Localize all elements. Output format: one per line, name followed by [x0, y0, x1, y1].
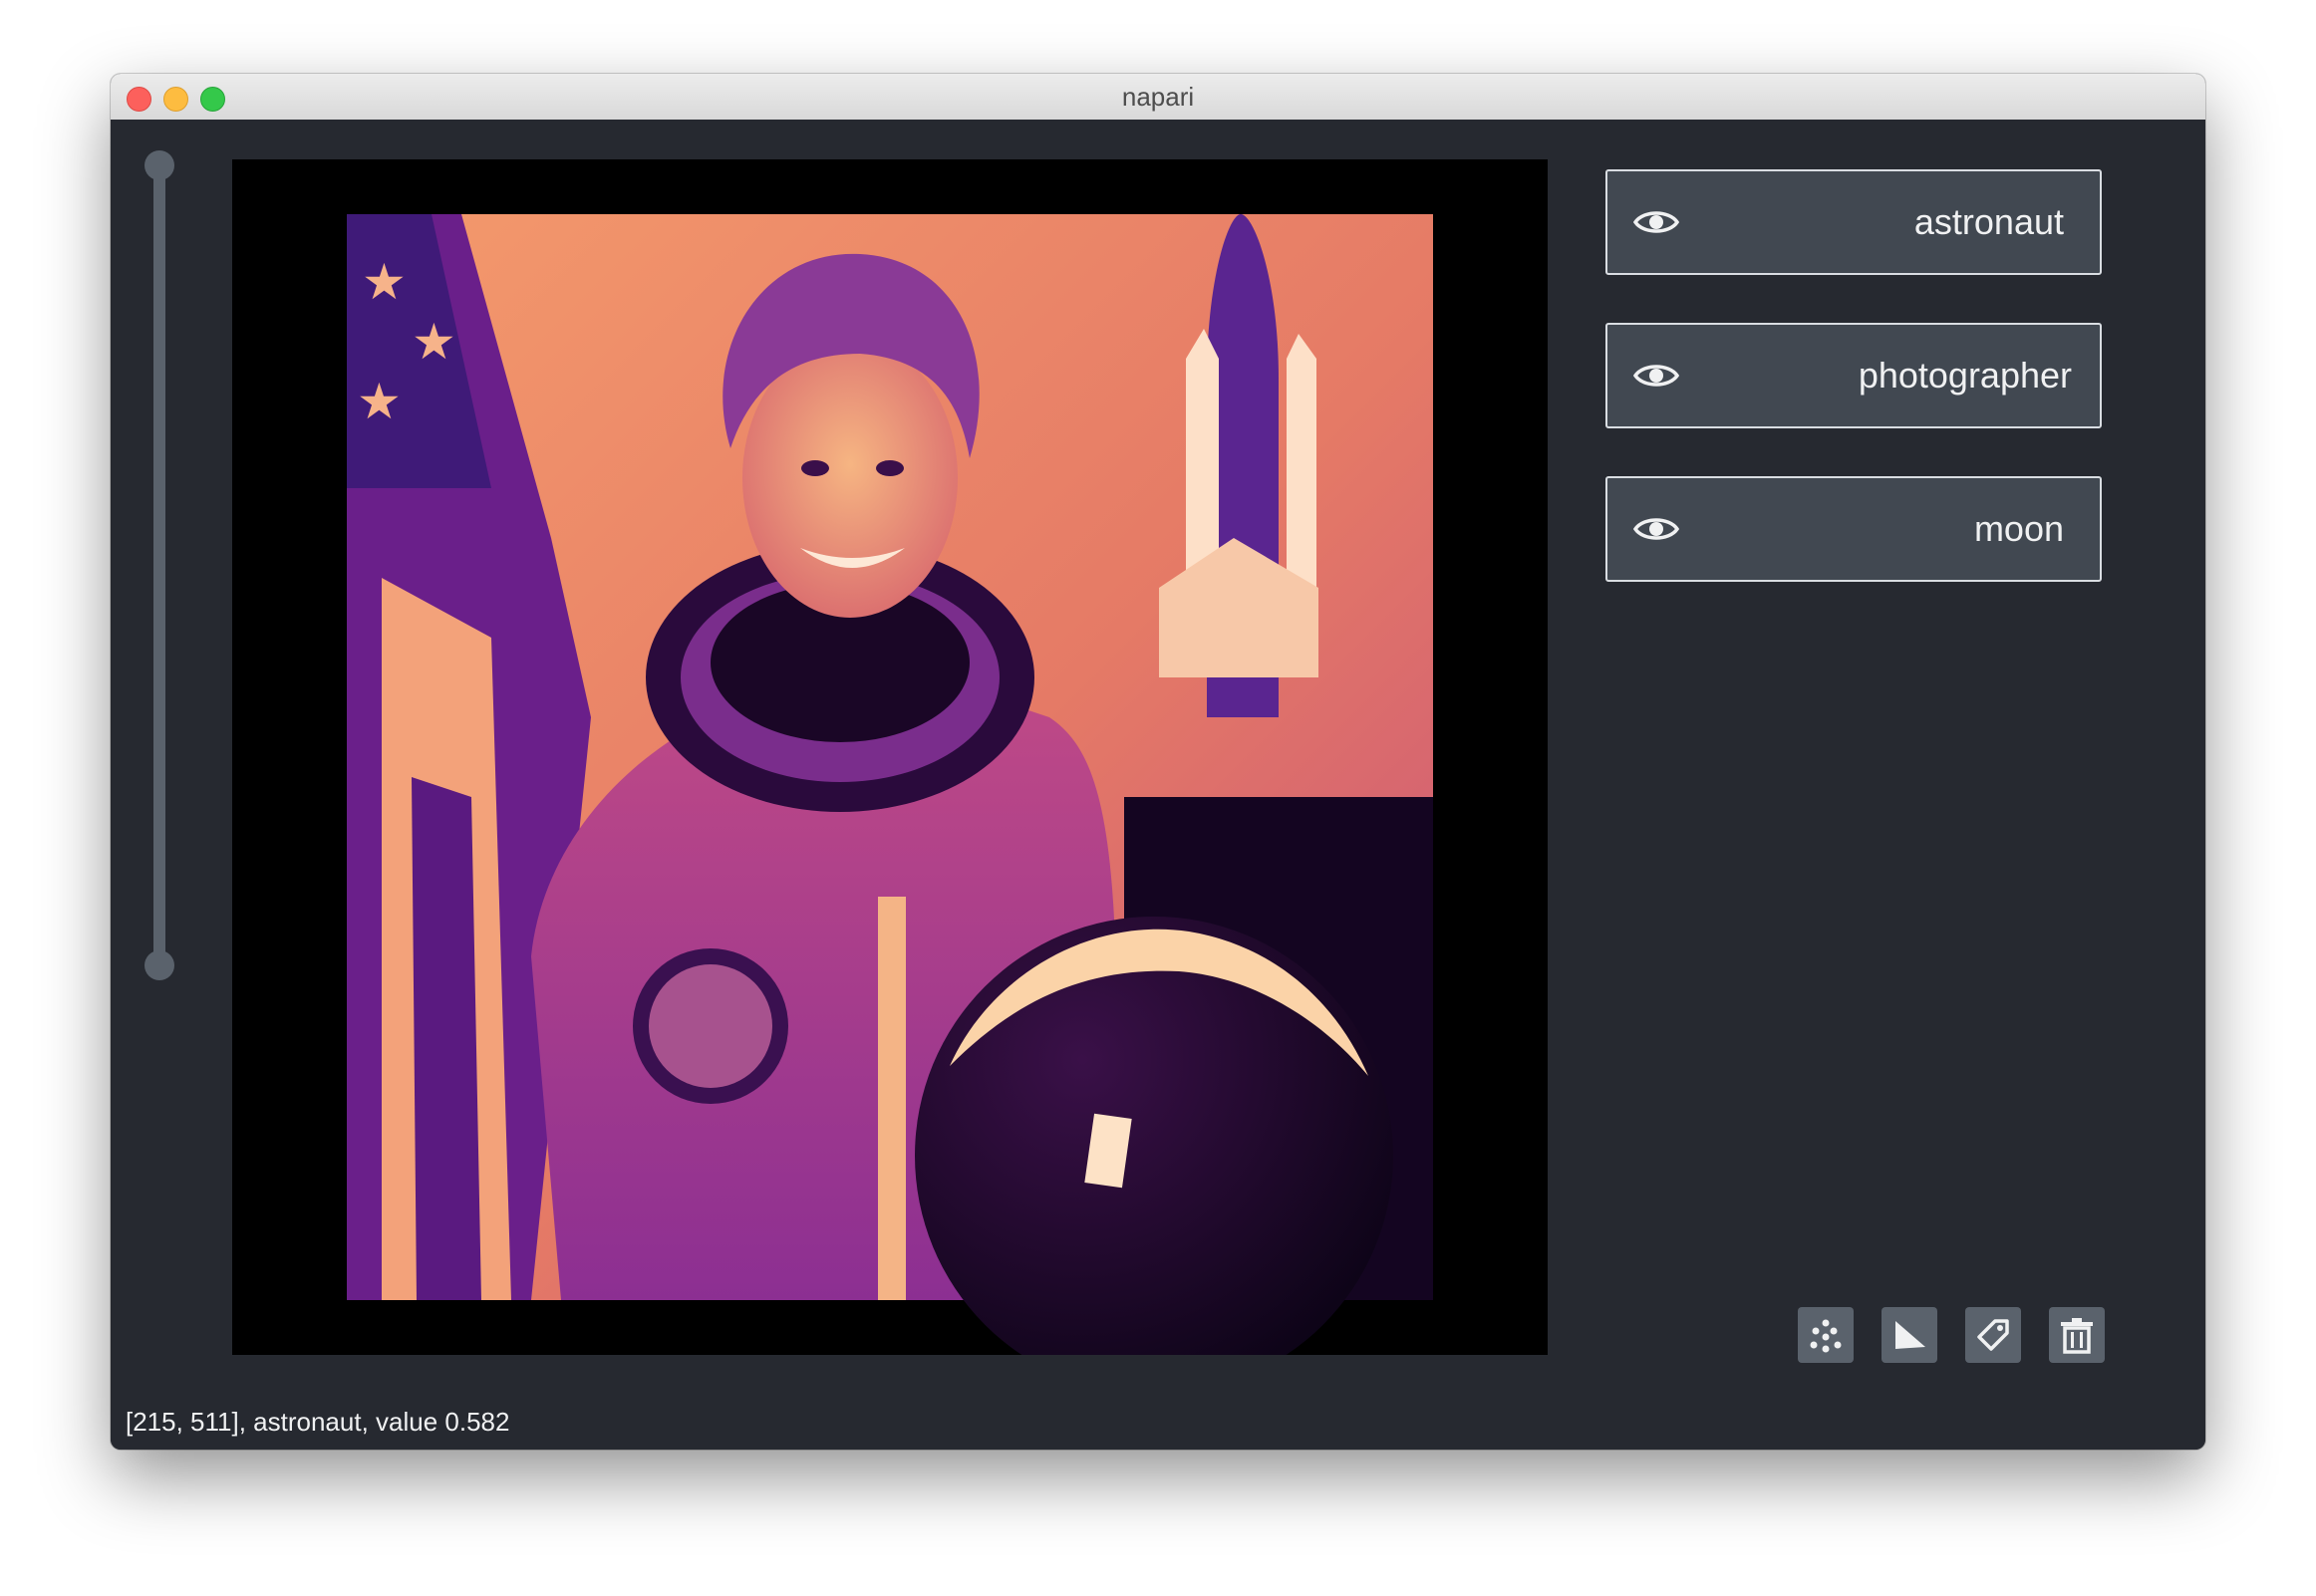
layer-item-photographer[interactable]: photographer: [1605, 323, 2102, 428]
svg-text:★: ★: [362, 254, 407, 310]
layer-name[interactable]: photographer: [1843, 325, 2072, 426]
image-canvas[interactable]: ★ ★ ★: [232, 159, 1548, 1355]
status-bar-text: [215, 511], astronaut, value 0.582: [126, 1407, 510, 1437]
shapes-icon: [1895, 1321, 1925, 1349]
delete-layer-button[interactable]: [2049, 1307, 2105, 1363]
new-points-button[interactable]: [1798, 1307, 1854, 1363]
main-area: ★ ★ ★ astronaut photographer moon [215, …: [111, 120, 2205, 1450]
new-shapes-button[interactable]: [1882, 1307, 1937, 1363]
trash-icon: [2061, 1318, 2093, 1354]
dimension-slider[interactable]: [153, 163, 165, 975]
svg-text:★: ★: [357, 374, 402, 429]
layer-name[interactable]: astronaut: [1675, 171, 2064, 273]
eye-icon[interactable]: [1633, 512, 1679, 546]
window-title: napari: [1121, 82, 1195, 112]
layer-name[interactable]: moon: [1675, 478, 2064, 580]
layer-item-moon[interactable]: moon: [1605, 476, 2102, 582]
slider-handle-bottom[interactable]: [145, 950, 174, 980]
new-labels-button[interactable]: [1965, 1307, 2021, 1363]
layer-item-astronaut[interactable]: astronaut: [1605, 169, 2102, 275]
slider-handle-top[interactable]: [145, 150, 174, 180]
eye-icon[interactable]: [1633, 205, 1679, 239]
points-icon: [1810, 1319, 1842, 1353]
eye-icon[interactable]: [1633, 359, 1679, 393]
tag-icon: [1977, 1319, 2009, 1351]
napari-window: napari ★ ★ ★ astronaut photographer moon…: [111, 74, 2205, 1450]
svg-text:★: ★: [412, 314, 456, 370]
title-bar: napari: [111, 74, 2205, 121]
astronaut-image: ★ ★ ★: [347, 214, 1433, 1355]
